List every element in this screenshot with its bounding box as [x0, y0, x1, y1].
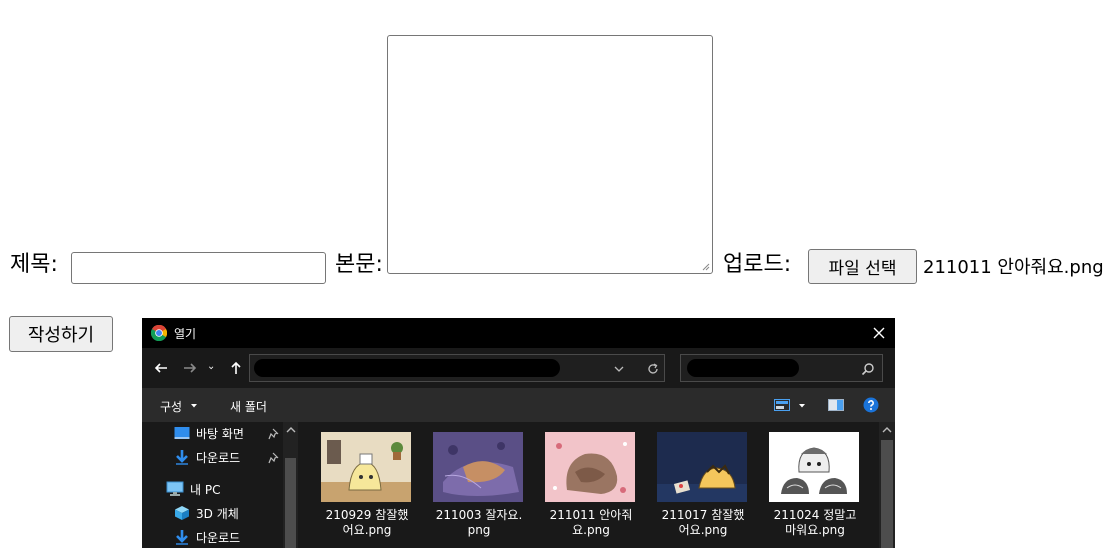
search-icon[interactable]: [861, 362, 875, 376]
file-open-dialog: 열기 구성 새 폴더 바탕 화면 다운로드 내 PC 3D 개체 다운로드 21…: [142, 318, 895, 548]
sidebar-item-label: 다운로드: [196, 530, 241, 545]
organize-label: 구성: [160, 400, 183, 414]
file-name: 210929 참잘했 어요.png: [309, 508, 425, 538]
file-name-line: 211003 잘자요.: [435, 508, 523, 522]
pin-icon[interactable]: [268, 452, 280, 464]
image-thumbnail: [769, 432, 859, 502]
title-input[interactable]: [71, 252, 326, 284]
file-name-line: 마워요.png: [785, 523, 845, 537]
submit-button[interactable]: 작성하기: [9, 316, 113, 352]
resize-grip-icon[interactable]: [702, 263, 710, 271]
selected-file-name: 211011 안아줘요.png: [923, 257, 1104, 278]
recent-locations-chevron-icon[interactable]: [208, 360, 218, 376]
chrome-icon: [151, 325, 167, 341]
view-dropdown-icon[interactable]: [797, 401, 807, 411]
new-folder-label: 새 폴더: [230, 400, 267, 414]
search-field[interactable]: [680, 354, 883, 382]
file-name: 211017 참잘했 어요.png: [645, 508, 761, 538]
sidebar-item-downloads[interactable]: 다운로드: [174, 527, 240, 547]
download-icon: [176, 450, 188, 465]
file-list: 210929 참잘했 어요.png 211003 잘자요. png 211011…: [300, 422, 895, 548]
navigation-bar: [142, 348, 895, 388]
file-item[interactable]: 211017 참잘했 어요.png: [645, 422, 755, 548]
file-item[interactable]: 211011 안아줘 요.png: [533, 422, 643, 548]
desktop-icon: [174, 427, 190, 439]
file-name-line: 어요.png: [678, 523, 728, 537]
help-icon[interactable]: [863, 397, 879, 413]
sidebar-item-label: 3D 개체: [196, 506, 239, 521]
pc-icon: [166, 481, 184, 496]
file-name-line: png: [467, 523, 491, 537]
sidebar-scroll-thumb[interactable]: [285, 458, 296, 548]
title-label: 제목:: [10, 252, 58, 277]
dialog-titlebar: 열기: [142, 318, 895, 348]
upload-label: 업로드:: [723, 252, 792, 277]
sidebar-item-3d-objects[interactable]: 3D 개체: [174, 503, 239, 523]
sidebar-item-label: 바탕 화면: [196, 426, 244, 441]
file-name-line: 211017 참잘했: [661, 508, 745, 522]
image-thumbnail: [657, 432, 747, 502]
redacted-search-text: [687, 359, 799, 377]
file-name-line: 어요.png: [342, 523, 392, 537]
image-thumbnail: [321, 432, 411, 502]
command-bar: 구성 새 폴더: [142, 388, 895, 422]
organize-menu[interactable]: 구성: [160, 398, 182, 415]
back-arrow-icon[interactable]: [153, 360, 169, 376]
image-thumbnail: [433, 432, 523, 502]
file-name-line: 210929 참잘했: [325, 508, 409, 522]
file-name-line: 요.png: [572, 523, 610, 537]
body-textarea[interactable]: [387, 35, 713, 274]
redacted-path: [254, 359, 560, 377]
file-item[interactable]: 211003 잘자요. png: [421, 422, 531, 548]
download-icon: [176, 530, 188, 545]
file-name: 211003 잘자요. png: [421, 508, 537, 538]
preview-pane-icon[interactable]: [828, 399, 844, 411]
sidebar-item-this-pc[interactable]: 내 PC: [166, 479, 220, 499]
file-item[interactable]: 211024 정말고 마워요.png: [757, 422, 867, 548]
choose-file-button[interactable]: 파일 선택: [808, 249, 917, 284]
up-arrow-icon[interactable]: [228, 360, 244, 376]
address-bar[interactable]: [249, 354, 665, 382]
file-list-scroll-thumb[interactable]: [881, 440, 893, 548]
pin-icon[interactable]: [268, 428, 280, 440]
file-name: 211011 안아줘 요.png: [533, 508, 649, 538]
forward-arrow-icon[interactable]: [182, 360, 198, 376]
3d-objects-icon: [175, 506, 189, 520]
scroll-up-icon[interactable]: [882, 426, 892, 434]
file-item[interactable]: 210929 참잘했 어요.png: [309, 422, 419, 548]
image-thumbnail: [545, 432, 635, 502]
dialog-title: 열기: [174, 327, 197, 341]
scroll-up-icon[interactable]: [286, 426, 296, 434]
body-label: 본문:: [335, 252, 383, 277]
refresh-icon[interactable]: [646, 362, 660, 376]
sidebar-item-desktop[interactable]: 바탕 화면: [174, 423, 244, 443]
sidebar-item-label: 내 PC: [190, 482, 221, 497]
sidebar-item-label: 다운로드: [196, 450, 241, 465]
file-name-line: 211024 정말고: [773, 508, 857, 522]
file-name: 211024 정말고 마워요.png: [757, 508, 873, 538]
address-dropdown-icon[interactable]: [614, 364, 624, 374]
sidebar-item-downloads-pinned[interactable]: 다운로드: [174, 447, 240, 467]
new-folder-button[interactable]: 새 폴더: [230, 398, 267, 415]
file-name-line: 211011 안아줘: [549, 508, 633, 522]
close-icon[interactable]: [869, 323, 889, 343]
organize-dropdown-icon[interactable]: [189, 401, 199, 411]
navigation-pane: 바탕 화면 다운로드 내 PC 3D 개체 다운로드: [142, 422, 300, 548]
view-options-icon[interactable]: [774, 399, 790, 411]
